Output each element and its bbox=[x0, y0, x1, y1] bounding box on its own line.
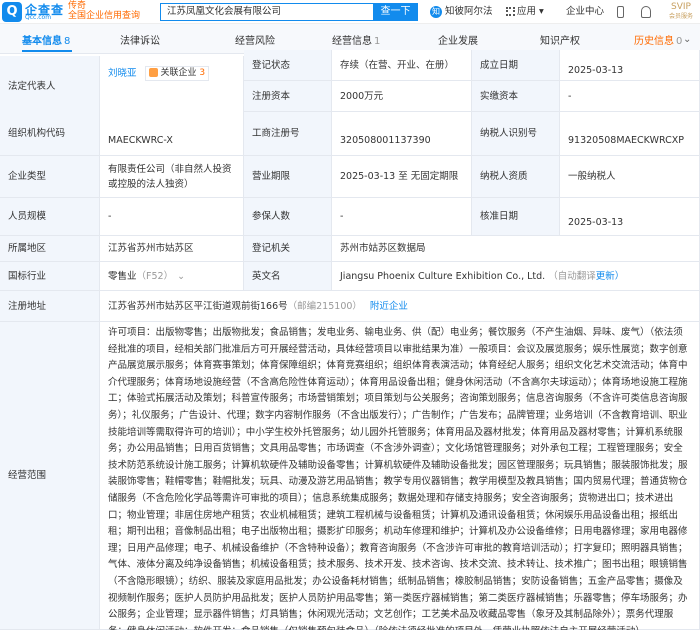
search-button[interactable]: 查一下 bbox=[373, 3, 418, 21]
industry-label: 国标行业 bbox=[0, 262, 100, 291]
tab-label: 历史信息 bbox=[634, 36, 674, 47]
en-name-label: 英文名 bbox=[244, 262, 332, 291]
zhibi-icon: 知 bbox=[430, 5, 442, 18]
search-input[interactable]: 江苏凤凰文化会展有限公司 bbox=[160, 3, 373, 21]
related-companies-tag[interactable]: 关联企业 3 bbox=[144, 66, 210, 81]
tab-label: 经营风险 bbox=[235, 36, 275, 47]
auto-translate-note: （自动翻译 bbox=[548, 270, 596, 282]
taxpayer-qual-value: 一般纳税人 bbox=[560, 156, 700, 198]
tab-risk[interactable]: 经营风险 bbox=[235, 32, 275, 47]
nearby-companies-link[interactable]: 附近企业 bbox=[370, 299, 408, 314]
reg-authority-label: 登记机关 bbox=[244, 236, 332, 262]
address-cell: 江苏省苏州市姑苏区平江街道观前街166号 （邮编215100） 附近企业 bbox=[100, 291, 700, 322]
related-label: 关联企业 bbox=[160, 68, 197, 78]
reg-status-label: 登记状态 bbox=[244, 50, 332, 81]
en-name-cell: Jiangsu Phoenix Culture Exhibition Co., … bbox=[332, 262, 700, 291]
est-date-value: 2025-03-13 bbox=[560, 50, 700, 81]
tab-history[interactable]: 历史信息 0 bbox=[634, 32, 682, 47]
paid-capital-value: - bbox=[560, 81, 700, 112]
svip-sub: 会员服务 bbox=[668, 13, 693, 20]
scope-label: 经营范围 bbox=[0, 322, 100, 630]
insured-value: - bbox=[332, 198, 472, 236]
svip-badge[interactable]: SVIP 会员服务 bbox=[666, 2, 696, 22]
reg-status-value: 存续（在营、开业、在册） bbox=[332, 50, 472, 81]
legal-rep-name[interactable]: 刘晓亚 bbox=[108, 66, 137, 81]
industry-value: 零售业 bbox=[108, 270, 137, 282]
update-link[interactable]: 更新） bbox=[596, 269, 625, 284]
slogan-line1: 传奇 bbox=[68, 1, 87, 11]
tab-development[interactable]: 企业发展 bbox=[438, 32, 478, 47]
tab-count: 0 bbox=[676, 36, 683, 47]
tab-count: 8 bbox=[64, 36, 71, 47]
insured-label: 参保人数 bbox=[244, 198, 332, 236]
biz-term-value: 2025-03-13 至 无固定期限 bbox=[332, 156, 472, 198]
tab-label: 经营信息 bbox=[332, 36, 372, 47]
biz-reg-no-label: 工商注册号 bbox=[244, 112, 332, 156]
paid-capital-label: 实缴资本 bbox=[472, 81, 560, 112]
approval-date-value: 2025-03-13 bbox=[560, 198, 700, 236]
en-name-value: Jiangsu Phoenix Culture Exhibition Co., … bbox=[340, 270, 546, 282]
reg-authority-value: 苏州市姑苏区数据局 bbox=[332, 236, 700, 262]
related-count: 3 bbox=[199, 68, 206, 78]
chevron-down-icon[interactable]: ⌄ bbox=[683, 34, 691, 45]
svip-label: SVIP bbox=[671, 2, 691, 12]
region-value: 江苏省苏州市姑苏区 bbox=[100, 236, 244, 262]
logo-domain: Qcc.com bbox=[25, 14, 52, 21]
apps-grid-icon bbox=[506, 7, 515, 16]
approval-date-label: 核准日期 bbox=[472, 198, 560, 236]
zhibi-alpha-link[interactable]: 知知彼阿尔法 bbox=[430, 4, 493, 20]
legal-rep-cell: 刘晓亚 关联企业 3 bbox=[100, 56, 244, 118]
biz-reg-no-value: 320508001137390 bbox=[332, 112, 472, 156]
address-label: 注册地址 bbox=[0, 291, 100, 322]
taxpayer-id-value: 91320508MAECKWRCXP bbox=[560, 112, 700, 156]
ent-type-value: 有限责任公司（非自然人投资或控股的法人独资） bbox=[100, 156, 244, 198]
taxpayer-id-label: 纳税人识别号 bbox=[472, 112, 560, 156]
tab-label: 知识产权 bbox=[540, 36, 580, 47]
slogan-line2: 全国企业信用查询 bbox=[68, 11, 141, 21]
org-code-label: 组织机构代码 bbox=[0, 112, 100, 156]
tab-basic-info[interactable]: 基本信息 8 bbox=[22, 32, 70, 47]
related-icon bbox=[148, 68, 158, 77]
scope-value: 许可项目：出版物零售；出版物批发；食品销售；发电业务、输电业务、供（配）电业务；… bbox=[108, 327, 688, 630]
apps-menu[interactable]: 应用 ▾ bbox=[506, 4, 544, 20]
legal-rep-label: 法定代表人 bbox=[0, 56, 100, 118]
top-bar: Q 企查查 Qcc.com 传奇 全国企业信用查询 江苏凤凰文化会展有限公司 查… bbox=[0, 0, 700, 24]
tab-ip[interactable]: 知识产权 bbox=[540, 32, 580, 47]
tab-label: 法律诉讼 bbox=[120, 36, 160, 47]
industry-cell[interactable]: 零售业 （F52） ⌄ bbox=[100, 262, 244, 291]
tab-legal[interactable]: 法律诉讼 bbox=[120, 32, 160, 47]
bell-icon[interactable] bbox=[641, 6, 651, 18]
slogan: 传奇 全国企业信用查询 bbox=[68, 1, 140, 21]
tab-label: 基本信息 bbox=[22, 36, 62, 47]
industry-code: （F52） bbox=[136, 270, 174, 282]
address-value: 江苏省苏州市姑苏区平江街道观前街166号 bbox=[108, 300, 288, 312]
reg-capital-value: 2000万元 bbox=[332, 81, 472, 112]
logo-icon[interactable]: Q bbox=[2, 2, 22, 22]
est-date-label: 成立日期 bbox=[472, 50, 560, 81]
taxpayer-qual-label: 纳税人资质 bbox=[472, 156, 560, 198]
org-code-value: MAECKWRC-X bbox=[100, 112, 244, 156]
biz-term-label: 营业期限 bbox=[244, 156, 332, 198]
region-label: 所属地区 bbox=[0, 236, 100, 262]
scope-cell: 许可项目：出版物零售；出版物批发；食品销售；发电业务、输电业务、供（配）电业务；… bbox=[100, 322, 700, 630]
tab-operation[interactable]: 经营信息 1 bbox=[332, 32, 380, 47]
reg-capital-label: 注册资本 bbox=[244, 81, 332, 112]
phone-icon[interactable] bbox=[617, 6, 624, 18]
postcode: （邮编215100） bbox=[287, 300, 362, 312]
tab-label: 企业发展 bbox=[438, 36, 478, 47]
ent-type-label: 企业类型 bbox=[0, 156, 100, 198]
staff-size-label: 人员规模 bbox=[0, 198, 100, 236]
zhibi-label: 知彼阿尔法 bbox=[445, 6, 493, 17]
enterprise-center-link[interactable]: 企业中心 bbox=[566, 4, 604, 20]
tab-count: 1 bbox=[374, 36, 381, 47]
apps-label: 应用 bbox=[517, 6, 537, 17]
tab-active-indicator bbox=[22, 50, 72, 52]
staff-size-value: - bbox=[100, 198, 244, 236]
chevron-down-icon[interactable]: ⌄ bbox=[177, 269, 185, 284]
